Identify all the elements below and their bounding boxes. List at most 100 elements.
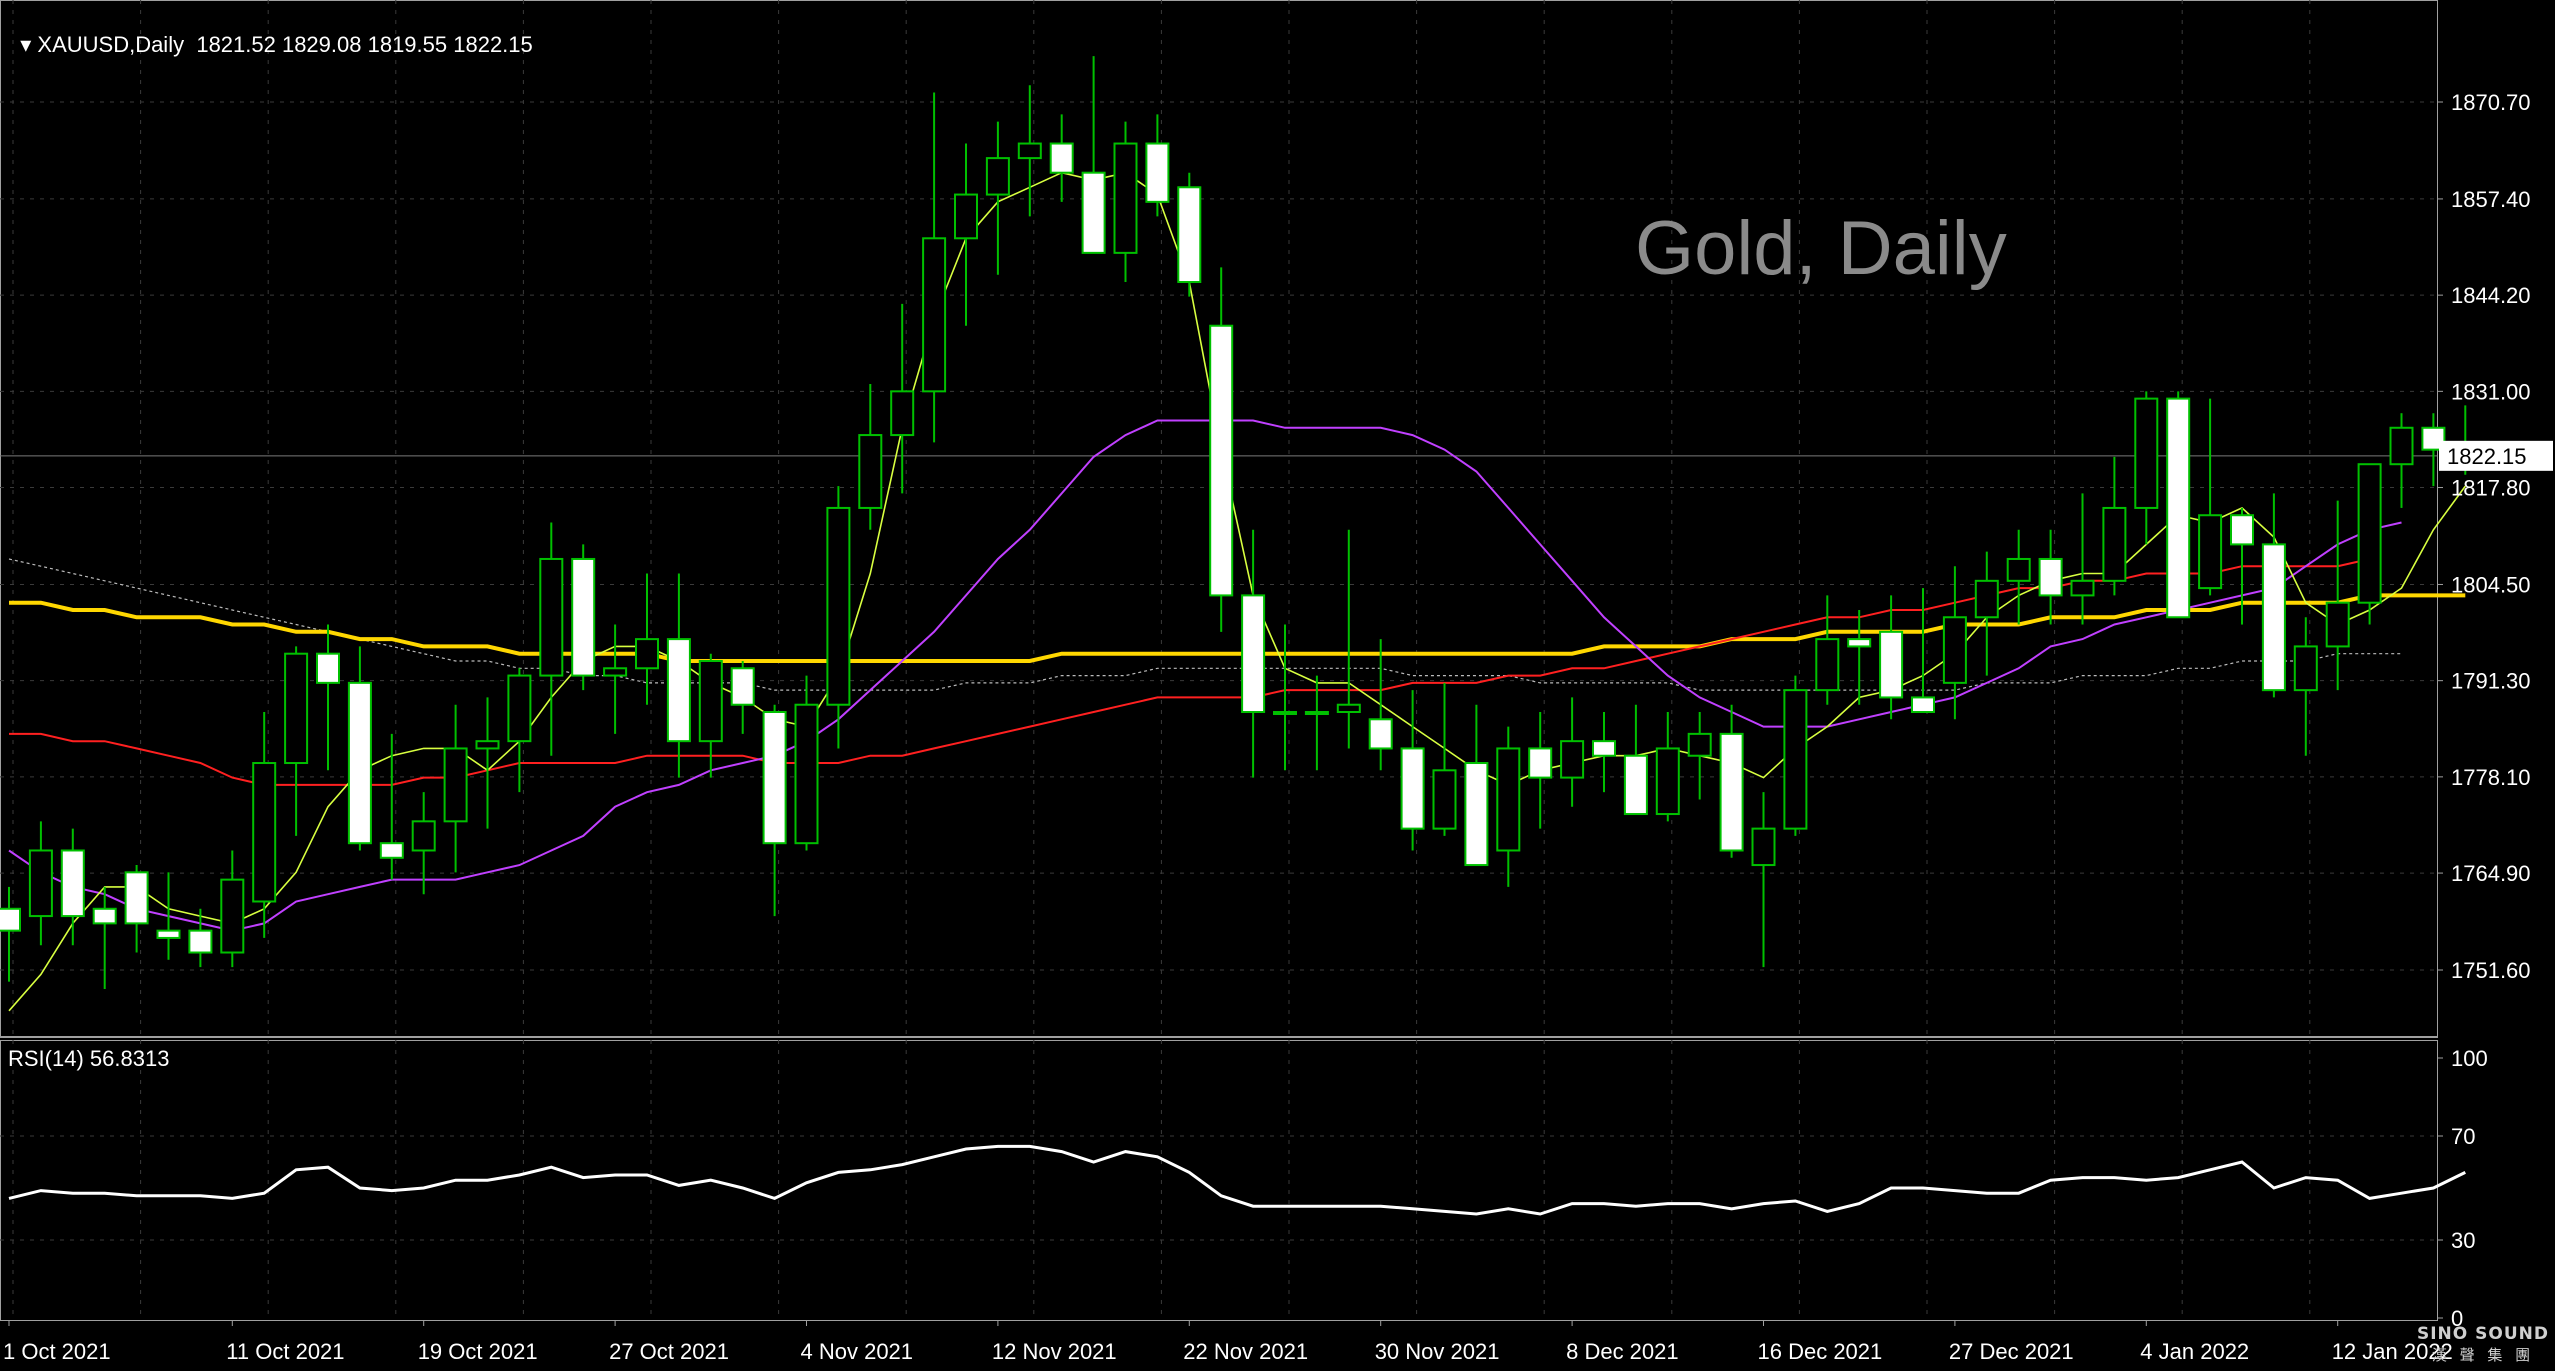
- candle-body: [220, 878, 245, 954]
- candle: [858, 384, 883, 530]
- y-tick-label: 1857.40: [2451, 187, 2531, 212]
- candle: [0, 886, 21, 982]
- candle-body: [252, 762, 277, 903]
- x-tick-label: 16 Dec 2021: [1758, 1339, 1883, 1364]
- candle-body: [2389, 426, 2414, 466]
- candle: [730, 660, 755, 734]
- candle-body: [2293, 645, 2318, 692]
- candle-body: [411, 820, 436, 852]
- candle-body: [1879, 630, 1904, 699]
- rsi-label: RSI(14) 56.8313: [8, 1046, 170, 1071]
- ohlc-values: 1821.52 1829.08 1819.55 1822.15: [196, 32, 533, 57]
- candle: [1592, 712, 1616, 793]
- candle: [794, 675, 819, 851]
- candle-body: [316, 652, 340, 684]
- candle: [1687, 712, 1712, 800]
- candle: [1145, 114, 1170, 217]
- candle: [762, 704, 787, 917]
- candle: [2357, 463, 2382, 625]
- rsi-tick-label: 70: [2451, 1124, 2475, 1149]
- candle: [1560, 697, 1585, 807]
- candle: [954, 143, 978, 326]
- y-tick-label: 1831.00: [2451, 379, 2531, 404]
- candle-body: [2325, 601, 2350, 648]
- candle: [2293, 617, 2318, 756]
- candle: [2198, 398, 2223, 596]
- dropdown-triangle-icon[interactable]: ▾: [20, 32, 37, 57]
- candle-body: [379, 842, 404, 859]
- candle-body: [890, 390, 915, 437]
- candle-body: [1432, 769, 1457, 830]
- candle-body: [1751, 827, 1776, 867]
- candle: [1209, 267, 1234, 632]
- candle-body: [1942, 616, 1967, 684]
- chart-header[interactable]: ▾ XAUUSD,Daily 1821.52 1829.08 1819.55 1…: [8, 6, 533, 58]
- candle-body: [124, 871, 149, 925]
- candle: [379, 733, 404, 880]
- candle-body: [1464, 762, 1489, 867]
- candle: [1368, 639, 1393, 771]
- y-tick-label: 1751.60: [2451, 958, 2531, 983]
- candle: [1655, 712, 1680, 822]
- candle-body: [2261, 543, 2286, 692]
- candle: [826, 486, 851, 749]
- candle: [571, 544, 596, 691]
- candle: [1783, 675, 1808, 836]
- candle: [1496, 726, 1521, 887]
- candle-body: [1911, 696, 1935, 714]
- candle: [1623, 704, 1648, 816]
- candle-body: [571, 557, 596, 677]
- moving-averages: [8, 171, 2466, 1012]
- sino-sound-logo: SINO SOUND 漢 聲 集 團: [2417, 1324, 2549, 1365]
- candle-body: [156, 929, 181, 939]
- candle-body: [188, 929, 213, 954]
- rsi-line: [8, 1144, 2466, 1216]
- candle: [316, 624, 340, 771]
- candle: [1017, 85, 1042, 217]
- x-tick-label: 27 Oct 2021: [609, 1339, 729, 1364]
- y-tick-label: 1817.80: [2451, 476, 2531, 501]
- candle-body: [1783, 689, 1808, 830]
- candle-body: [1081, 171, 1106, 254]
- candle-body: [922, 237, 947, 393]
- candle-body: [443, 747, 468, 823]
- candle: [2006, 529, 2031, 625]
- candle: [1113, 121, 1138, 283]
- candle-body: [1974, 579, 1999, 619]
- candle-body: [1847, 638, 1872, 648]
- candle-body: [2166, 397, 2191, 619]
- candle-body: [1241, 594, 1266, 714]
- candle: [252, 712, 277, 938]
- candle-body: [1528, 747, 1553, 779]
- rsi-tick-label: 100: [2451, 1046, 2488, 1071]
- candle-body: [730, 667, 755, 706]
- candle: [1528, 712, 1553, 829]
- candle: [922, 92, 947, 443]
- candle-body: [1336, 703, 1361, 714]
- candle-body: [0, 907, 21, 932]
- candle: [1942, 566, 1967, 720]
- candle-body: [985, 157, 1010, 196]
- candle: [1911, 588, 1935, 714]
- candle-body: [954, 193, 978, 240]
- x-tick-label: 4 Jan 2022: [2140, 1339, 2249, 1364]
- candle: [1081, 56, 1106, 254]
- candle: [443, 704, 468, 873]
- price-chart[interactable]: 1870.70 1857.40 1844.20 1831.00 1817.80 1804.…: [0, 0, 2555, 1371]
- logo-line2: 漢 聲 集 團: [2431, 1346, 2535, 1364]
- candle-body: [2102, 506, 2127, 582]
- candle-body: [635, 638, 659, 670]
- candle: [603, 624, 628, 734]
- candle-body: [1560, 740, 1585, 779]
- candle: [156, 872, 181, 960]
- candle-body: [92, 907, 117, 925]
- candle-body: [762, 711, 787, 845]
- y-tick-label: 1870.70: [2451, 90, 2531, 115]
- candle: [92, 886, 117, 989]
- y-tick-label: 1764.90: [2451, 861, 2531, 886]
- candle-body: [1177, 186, 1202, 284]
- candle-body: [2134, 397, 2159, 509]
- candle: [1336, 529, 1361, 749]
- x-tick-label: 22 Nov 2021: [1183, 1339, 1308, 1364]
- x-tick-label: 30 Nov 2021: [1375, 1339, 1500, 1364]
